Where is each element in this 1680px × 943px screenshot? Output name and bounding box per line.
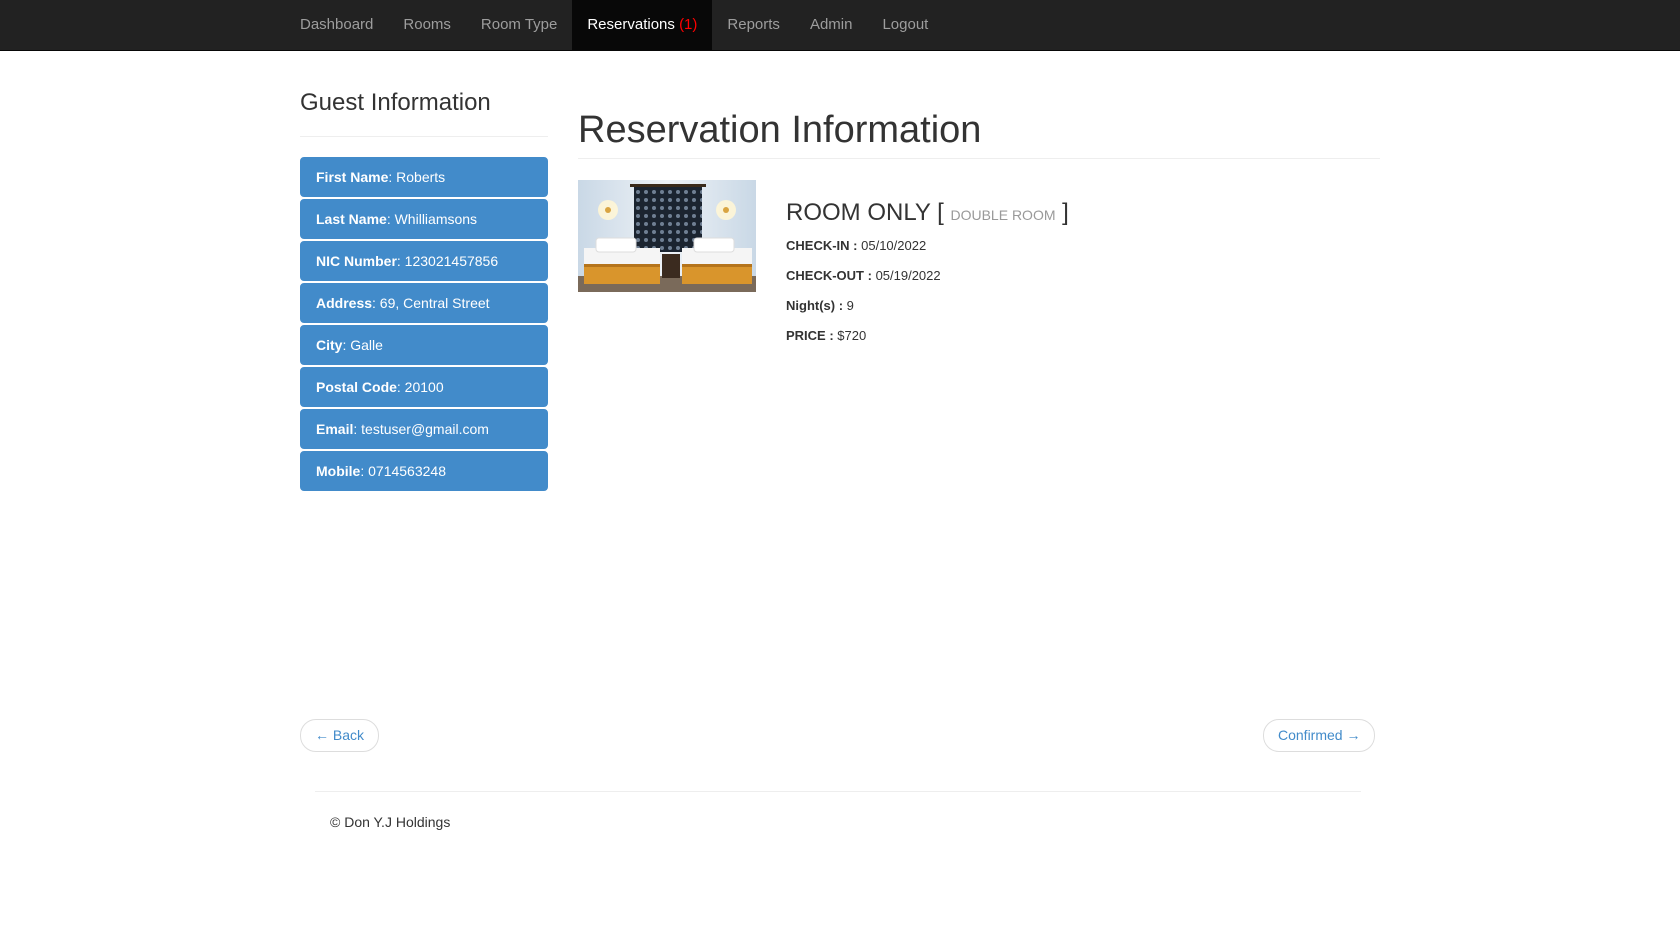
field-value: : 69, Central Street	[372, 295, 490, 311]
guest-address: Address: 69, Central Street	[300, 283, 548, 323]
field-label: City	[316, 337, 343, 353]
field-label: Postal Code	[316, 379, 397, 395]
price-value: $720	[837, 328, 867, 343]
confirmed-button[interactable]: Confirmed →	[1263, 719, 1376, 752]
nights-value: 9	[846, 298, 854, 313]
checkin-row: CHECK-IN : 05/10/2022	[786, 237, 926, 255]
room-name-heading: ROOM ONLY [ DOUBLE ROOM ]	[786, 197, 1069, 231]
room-name: ROOM ONLY	[786, 199, 931, 226]
checkout-value: 05/19/2022	[875, 268, 941, 283]
guest-last-name: Last Name: Whilliamsons	[300, 199, 548, 239]
room-photo-image	[578, 180, 756, 292]
nav-item-dashboard[interactable]: Dashboard	[285, 0, 388, 50]
guest-email: Email: testuser@gmail.com	[300, 409, 548, 449]
field-value: : Whilliamsons	[386, 211, 478, 227]
nav-item-rooms[interactable]: Rooms	[388, 0, 466, 50]
field-label: Email	[316, 421, 354, 437]
guest-first-name: First Name: Roberts	[300, 157, 548, 197]
back-button[interactable]: ← Back	[300, 719, 380, 752]
guest-nic-number: NIC Number: 123021457856	[300, 241, 548, 281]
field-value: : 0714563248	[360, 463, 446, 479]
nav-item-reports[interactable]: Reports	[712, 0, 795, 50]
top-navbar: Dashboard Rooms Room Type Reservations (…	[0, 0, 1680, 51]
room-photo	[578, 180, 756, 292]
reservation-divider	[578, 158, 1380, 159]
price-row: PRICE : $720	[786, 327, 866, 345]
field-label: Mobile	[316, 463, 361, 479]
nav-item-admin[interactable]: Admin	[795, 0, 868, 50]
guest-info-title: Guest Information	[300, 89, 491, 116]
bracket-open: [	[937, 199, 944, 226]
bracket-close: ]	[1062, 199, 1069, 226]
field-label: NIC Number	[316, 253, 397, 269]
field-value: : Galle	[342, 337, 383, 353]
nights-label: Night(s) :	[786, 298, 844, 313]
field-label: Address	[316, 295, 373, 311]
nav-reservations-label: Reservations	[587, 16, 680, 33]
guest-info-list: First Name: Roberts Last Name: Whilliams…	[300, 157, 548, 493]
room-type: DOUBLE ROOM	[950, 207, 1056, 223]
field-value: : 20100	[396, 379, 444, 395]
footer-copyright: © Don Y.J Holdings	[330, 814, 451, 830]
field-value: : Roberts	[388, 169, 446, 185]
checkin-label: CHECK-IN :	[786, 238, 858, 253]
field-value: : 123021457856	[396, 253, 499, 269]
reservations-count-badge: (1)	[679, 16, 698, 33]
nights-row: Night(s) : 9	[786, 297, 854, 315]
guest-city: City: Galle	[300, 325, 548, 365]
main-nav: Dashboard Rooms Room Type Reservations (…	[285, 0, 943, 50]
guest-divider	[300, 136, 548, 137]
guest-postal-code: Postal Code: 20100	[300, 367, 548, 407]
guest-mobile: Mobile: 0714563248	[300, 451, 548, 491]
price-label: PRICE :	[786, 328, 834, 343]
reservation-info-title: Reservation Information	[578, 109, 982, 151]
nav-item-room-type[interactable]: Room Type	[466, 0, 572, 50]
footer-divider	[315, 791, 1361, 792]
field-value: : testuser@gmail.com	[353, 421, 489, 437]
checkin-value: 05/10/2022	[861, 238, 927, 253]
checkout-label: CHECK-OUT :	[786, 268, 872, 283]
field-label: Last Name	[316, 211, 387, 227]
nav-item-logout[interactable]: Logout	[867, 0, 943, 50]
nav-item-reservations[interactable]: Reservations (1)	[572, 0, 713, 50]
checkout-row: CHECK-OUT : 05/19/2022	[786, 267, 941, 285]
field-label: First Name	[316, 169, 389, 185]
